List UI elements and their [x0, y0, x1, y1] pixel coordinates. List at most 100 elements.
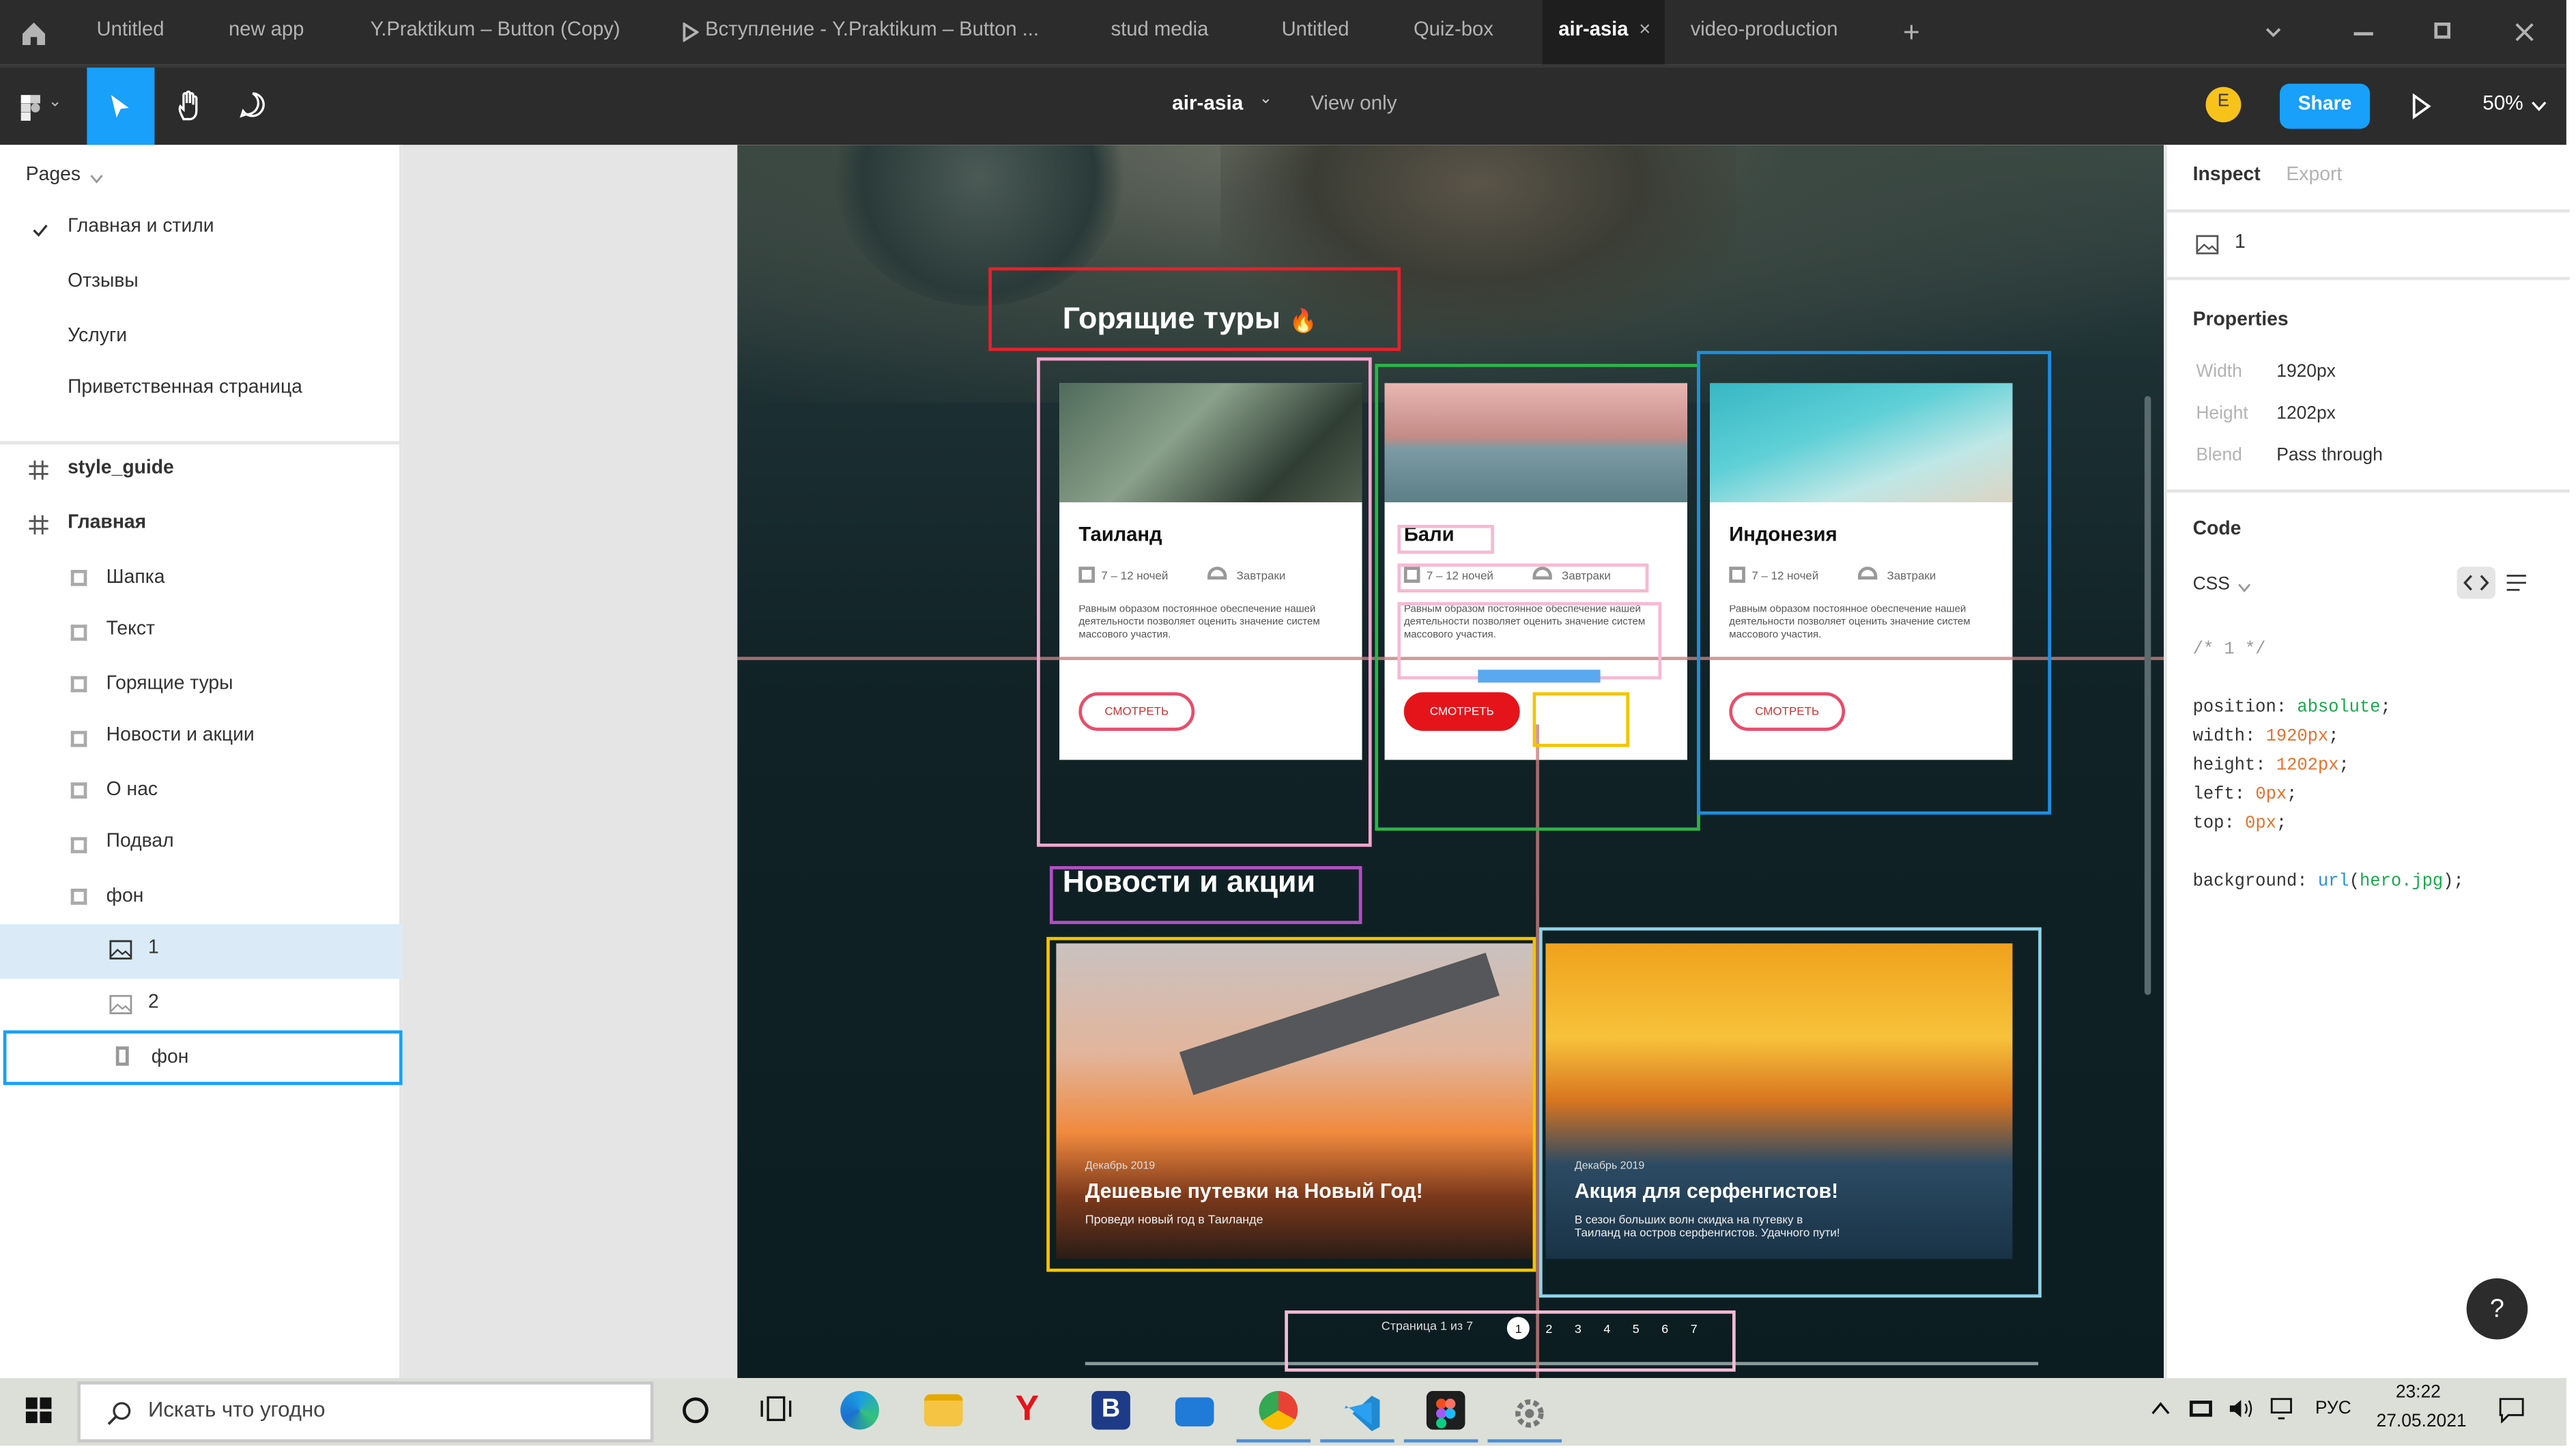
volume-icon[interactable]: [2229, 1397, 2255, 1420]
restore-icon[interactable]: [2434, 23, 2451, 39]
pages-header[interactable]: Pages: [26, 167, 81, 186]
hot-tours-text: Горящие туры: [1062, 302, 1281, 339]
tab-inspect[interactable]: Inspect: [2193, 167, 2261, 186]
tab-export[interactable]: Export: [2286, 167, 2342, 186]
layer-about[interactable]: О нас: [0, 764, 403, 818]
card-view-button[interactable]: СМОТРЕТЬ: [1729, 692, 1846, 731]
file-name[interactable]: air-asia: [1172, 94, 1243, 116]
layer-bg-group[interactable]: фон: [0, 871, 403, 924]
b-app-icon[interactable]: B: [1091, 1390, 1130, 1430]
tour-card-thailand[interactable]: Таиланд 7 – 12 ночей Завтраки Равным обр…: [1059, 383, 1362, 760]
yandex-icon[interactable]: Y: [1008, 1391, 1047, 1430]
group-icon: [70, 889, 87, 905]
design-frame[interactable]: Горящие туры 🔥 Таиланд 7 – 12 ночей Завт…: [737, 145, 2164, 1379]
task-view-icon[interactable]: [760, 1394, 792, 1423]
code-language-select[interactable]: CSS: [2193, 576, 2230, 595]
chevron-down-icon[interactable]: [2263, 23, 2282, 42]
card-view-button[interactable]: СМОТРЕТЬ: [1078, 692, 1195, 731]
tab-close-icon[interactable]: ×: [1639, 0, 1650, 64]
home-icon[interactable]: [19, 19, 48, 48]
card-view-button[interactable]: СМОТРЕТЬ: [1403, 692, 1520, 731]
layer-image-1[interactable]: 1: [0, 923, 403, 978]
tab-stud-media[interactable]: stud media: [1111, 0, 1209, 64]
move-tool-button[interactable]: [87, 68, 155, 145]
tab-vstuplenie[interactable]: Вступление - Y.Praktikum – Button ...: [705, 0, 1039, 64]
clock-time[interactable]: 23:22: [2396, 1385, 2441, 1404]
layer-hot-tours[interactable]: Горящие туры: [0, 659, 403, 712]
page-item-services[interactable]: Услуги: [0, 311, 403, 364]
battery-icon[interactable]: [2189, 1401, 2212, 1417]
view-mode-label: View only: [1311, 93, 1397, 116]
vscode-icon[interactable]: [1343, 1391, 1382, 1431]
tab-quiz-box[interactable]: Quiz-box: [1414, 0, 1493, 64]
pagination-page-2[interactable]: 2: [1545, 1322, 1552, 1335]
layer-news[interactable]: Новости и акции: [0, 712, 403, 765]
tab-untitled-2[interactable]: Untitled: [1282, 0, 1349, 64]
pagination-page-5[interactable]: 5: [1633, 1322, 1640, 1335]
share-button[interactable]: Share: [2279, 83, 2371, 129]
comment-tool-icon[interactable]: [238, 90, 267, 119]
notifications-icon[interactable]: [2499, 1397, 2525, 1424]
mail-icon[interactable]: [1175, 1397, 1214, 1426]
tab-video-production[interactable]: video-production: [1691, 0, 1838, 64]
windows-start-icon[interactable]: [25, 1397, 52, 1424]
cortana-icon[interactable]: [683, 1397, 709, 1424]
tour-card-indonesia[interactable]: Индонезия 7 – 12 ночей Завтраки Равным о…: [1709, 383, 2013, 760]
layer-style-guide[interactable]: style_guide: [0, 444, 403, 498]
pagination-page-6[interactable]: 6: [1661, 1322, 1668, 1335]
code-view-button[interactable]: [2457, 566, 2496, 599]
language-chevron-icon[interactable]: [2237, 583, 2251, 592]
tab-praktikum-copy[interactable]: Y.Praktikum – Button (Copy): [371, 0, 620, 64]
pagination-page-4[interactable]: 4: [1603, 1322, 1610, 1335]
explorer-icon[interactable]: [924, 1394, 963, 1426]
pagination-page-1[interactable]: 1: [1515, 1322, 1522, 1335]
figma-icon[interactable]: [1426, 1390, 1465, 1430]
figma-menu-caret[interactable]: ⌄: [48, 94, 62, 113]
page-item-main[interactable]: Главная и стили: [0, 203, 403, 256]
code-comment: /* 1 */: [2192, 640, 2266, 661]
present-icon[interactable]: [2412, 93, 2431, 119]
prop-value-blend[interactable]: Pass through: [2276, 448, 2383, 467]
pages-chevron-icon[interactable]: [90, 174, 103, 184]
canvas-scrollbar[interactable]: [2144, 396, 2149, 995]
layer-footer[interactable]: Подвал: [0, 818, 403, 871]
canvas[interactable]: Горящие туры 🔥 Таиланд 7 – 12 ночей Завт…: [402, 145, 2164, 1379]
prop-value-height[interactable]: 1202px: [2276, 405, 2336, 425]
network-icon[interactable]: [2270, 1397, 2296, 1420]
close-window-icon[interactable]: [2515, 23, 2534, 42]
taskbar-search-box[interactable]: Искать что угодно: [77, 1381, 654, 1443]
page-item-welcome[interactable]: Приветственная страница: [0, 364, 403, 417]
tab-air-asia[interactable]: air-asia: [1558, 0, 1628, 64]
pagination-page-7[interactable]: 7: [1691, 1322, 1698, 1335]
minimize-icon[interactable]: [2353, 32, 2373, 35]
zoom-level[interactable]: 50%: [2482, 94, 2523, 116]
add-tab-icon[interactable]: +: [1903, 0, 1920, 64]
tab-new-app[interactable]: new app: [229, 0, 304, 64]
calendar-icon: [1403, 566, 1420, 583]
language-indicator[interactable]: РУС: [2315, 1401, 2351, 1420]
layer-main[interactable]: Главная: [0, 499, 403, 552]
figma-menu-icon[interactable]: [19, 94, 42, 122]
layer-image-2[interactable]: 2: [0, 977, 403, 1031]
settings-app-icon[interactable]: [1511, 1391, 1549, 1430]
layer-text[interactable]: Текст: [0, 605, 403, 659]
zoom-chevron-icon[interactable]: [2531, 100, 2547, 113]
chevron-up-icon[interactable]: [2151, 1401, 2170, 1417]
layer-bg-rect[interactable]: фон: [3, 1030, 403, 1084]
help-button[interactable]: ?: [2466, 1278, 2528, 1340]
file-menu-caret[interactable]: ⌄: [1259, 90, 1273, 109]
news-card-new-year[interactable]: Декабрь 2019 Дешевые путевки на Новый Го…: [1056, 943, 1533, 1259]
prop-value-width[interactable]: 1920px: [2276, 364, 2336, 383]
pagination-page-3[interactable]: 3: [1575, 1322, 1582, 1335]
edge-icon[interactable]: [840, 1390, 879, 1430]
news-card-surfers[interactable]: Декабрь 2019 Акция для серфенгистов! В с…: [1545, 943, 2013, 1259]
layer-header[interactable]: Шапка: [0, 552, 403, 605]
tour-card-bali[interactable]: Бали 7 – 12 ночей Завтраки Равным образо…: [1384, 383, 1687, 760]
chrome-icon[interactable]: [1259, 1390, 1298, 1430]
tab-untitled-1[interactable]: Untitled: [97, 0, 164, 64]
list-view-icon[interactable]: [2505, 573, 2528, 592]
clock-date[interactable]: 27.05.2021: [2377, 1414, 2467, 1433]
hand-tool-icon[interactable]: [177, 90, 205, 122]
avatar[interactable]: E: [2205, 87, 2242, 123]
page-item-reviews[interactable]: Отзывы: [0, 257, 403, 311]
